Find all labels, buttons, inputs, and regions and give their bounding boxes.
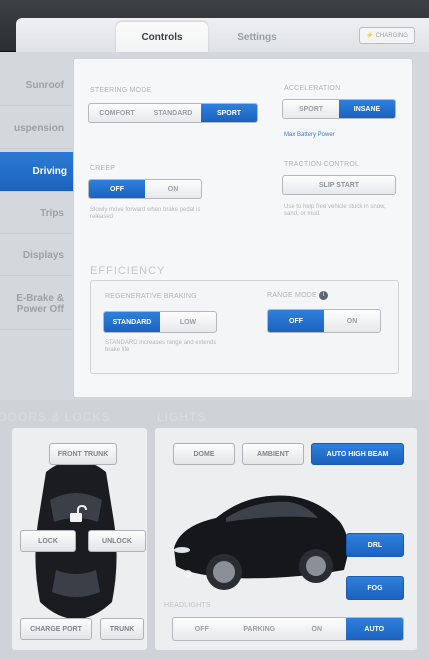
charging-label: CHARGING [375, 32, 408, 39]
creep-off-option[interactable]: OFF [89, 180, 145, 198]
slip-start-button[interactable]: SLIP START [282, 175, 396, 195]
sidebar-item-sunroof[interactable]: Sunroof [0, 66, 72, 106]
range-off-option[interactable]: OFF [268, 310, 324, 332]
creep-label: CREEP [90, 165, 116, 172]
regen-braking-selector: STANDARD LOW [103, 311, 217, 333]
regen-low-option[interactable]: LOW [160, 312, 216, 332]
sidebar-item-trips[interactable]: Trips [0, 194, 72, 234]
steering-mode-selector: COMFORT STANDARD SPORT [88, 103, 258, 123]
sidebar-item-ebrake[interactable]: E-Brake & Power Off [0, 278, 72, 330]
drl-button[interactable]: DRL [346, 533, 404, 557]
car-side-view [174, 495, 349, 590]
fog-light [184, 570, 192, 578]
regen-braking-label: REGENERATIVE BRAKING [105, 293, 197, 300]
acceleration-label: ACCELERATION [284, 85, 341, 92]
range-mode-label-row: RANGE MODE i [267, 291, 328, 300]
headlights-selector: OFF PARKING ON AUTO [172, 617, 404, 641]
doors-locks-title: DOORS & LOCKS [0, 410, 111, 424]
steering-standard-option[interactable]: STANDARD [145, 104, 201, 122]
auto-high-beam-button[interactable]: AUTO HIGH BEAM [311, 443, 404, 465]
headlight [174, 547, 190, 553]
steering-comfort-option[interactable]: COMFORT [89, 104, 145, 122]
lights-title: LIGHTS [157, 410, 207, 424]
acceleration-sport-option[interactable]: SPORT [283, 100, 339, 118]
touchscreen: Controls Settings ⚡ CHARGING Sunroof usp… [0, 0, 429, 660]
bolt-icon: ⚡ [366, 33, 374, 39]
creep-hint: Slowly move forward when brake pedal is … [90, 207, 201, 220]
front-rim [213, 561, 235, 583]
range-mode-label: RANGE MODE [267, 292, 317, 299]
headlights-auto-option[interactable]: AUTO [345, 618, 403, 640]
sidebar-item-displays[interactable]: Displays [0, 236, 72, 276]
regen-standard-option[interactable]: STANDARD [104, 312, 160, 332]
creep-selector: OFF ON [88, 179, 202, 199]
tab-settings[interactable]: Settings [222, 22, 292, 52]
unlock-icon [67, 504, 87, 523]
headlights-off-option[interactable]: OFF [173, 618, 231, 640]
driving-panel: STEERING MODE COMFORT STANDARD SPORT ACC… [73, 58, 413, 398]
max-battery-power-link[interactable]: Max Battery Power [284, 132, 335, 138]
range-on-option[interactable]: ON [324, 310, 380, 332]
rear-rim [306, 556, 326, 576]
sidebar-item-suspension[interactable]: uspension [0, 109, 72, 149]
info-icon[interactable]: i [318, 291, 328, 300]
regen-hint: STANDARD increases range and extends bra… [105, 340, 217, 353]
efficiency-title: EFFICIENCY [90, 265, 166, 277]
headlights-label: HEADLIGHTS [164, 602, 211, 609]
car-rear-window [52, 570, 100, 597]
steering-mode-label: STEERING MODE [90, 87, 152, 94]
creep-on-option[interactable]: ON [145, 180, 201, 198]
headlights-parking-option[interactable]: PARKING [231, 618, 289, 640]
unlock-button[interactable]: UNLOCK [88, 530, 146, 552]
dome-light-button[interactable]: DOME [173, 443, 235, 465]
ambient-light-button[interactable]: AMBIENT [242, 443, 304, 465]
efficiency-box: REGENERATIVE BRAKING STANDARD LOW STANDA… [90, 280, 399, 374]
steering-sport-option[interactable]: SPORT [201, 104, 257, 122]
trunk-button[interactable]: TRUNK [100, 618, 144, 640]
tab-controls[interactable]: Controls [116, 22, 208, 52]
top-bar: Controls Settings ⚡ CHARGING [0, 0, 429, 52]
front-trunk-button[interactable]: FRONT TRUNK [49, 443, 117, 465]
traction-hint: Use to help free vehicle stuck in snow, … [284, 204, 386, 217]
charge-port-button[interactable]: CHARGE PORT [20, 618, 92, 640]
range-mode-selector: OFF ON [267, 309, 381, 333]
acceleration-insane-option[interactable]: INSANE [339, 100, 395, 118]
traction-control-label: TRACTION CONTROL [284, 161, 360, 168]
charging-button[interactable]: ⚡ CHARGING [359, 27, 415, 44]
fog-light-button[interactable]: FOG [346, 576, 404, 600]
lock-button[interactable]: LOCK [20, 530, 76, 552]
sidebar-item-driving[interactable]: Driving [0, 152, 75, 192]
sidebar: Sunroof uspension Driving Trips Displays… [0, 52, 75, 400]
headlights-on-option[interactable]: ON [288, 618, 346, 640]
acceleration-selector: SPORT INSANE [282, 99, 396, 119]
